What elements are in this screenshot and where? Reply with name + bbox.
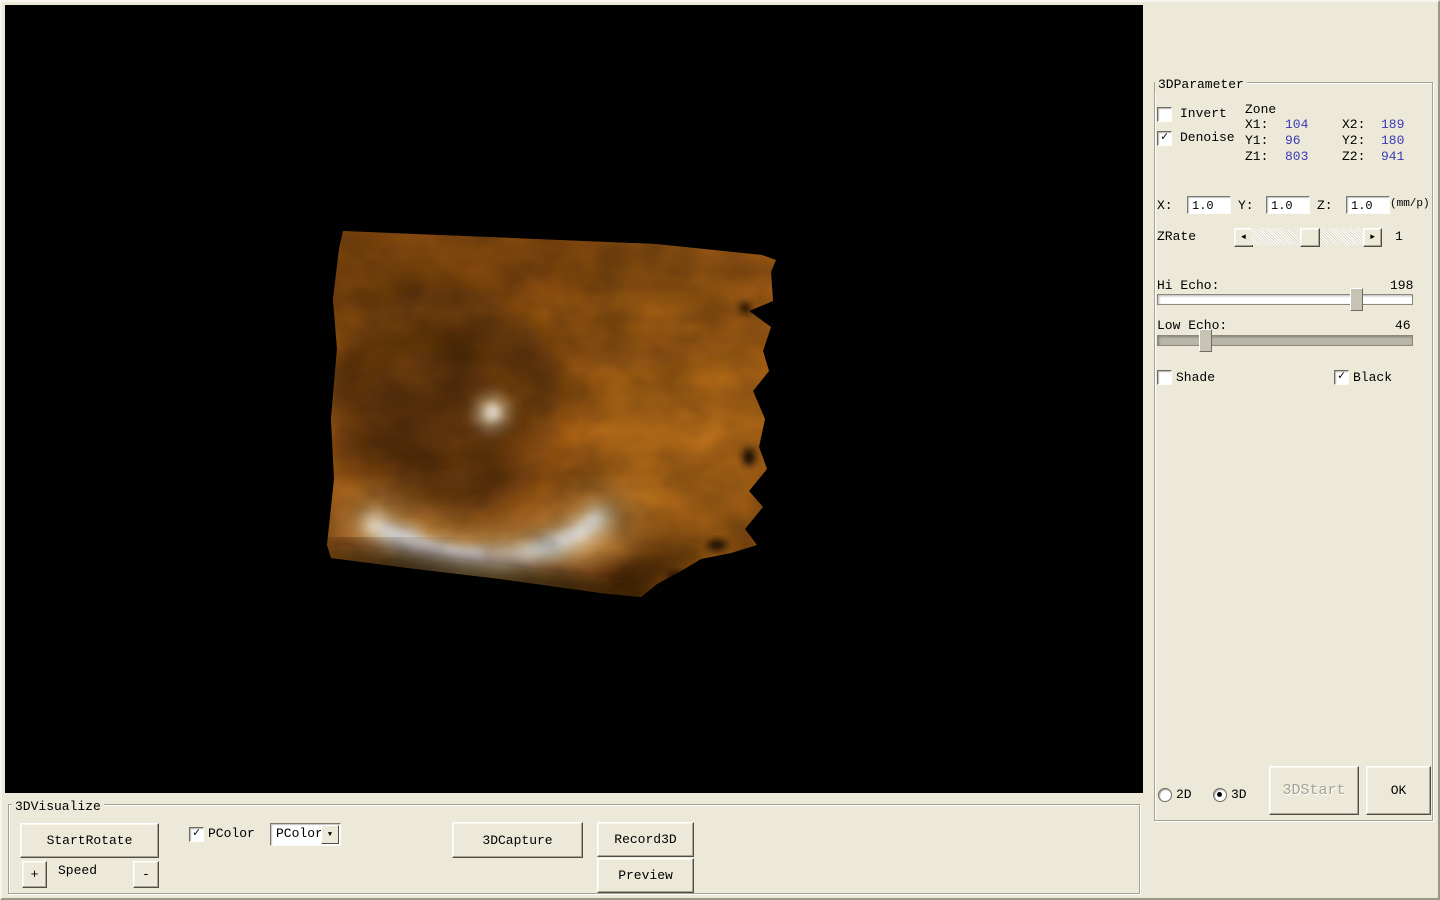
zone-title: Zone [1245, 102, 1277, 117]
hi-echo-slider-thumb[interactable] [1350, 288, 1363, 311]
zrate-value: 1 [1395, 229, 1403, 244]
scale-y-label: Y: [1238, 198, 1254, 213]
black-checkbox[interactable]: ✓ [1334, 369, 1349, 385]
low-echo-value: 46 [1395, 318, 1411, 333]
shade-checkbox[interactable] [1157, 370, 1172, 385]
checkmark-icon: ✓ [192, 826, 201, 840]
scale-z-label: Z: [1317, 198, 1333, 213]
chevron-down-icon: ▼ [327, 830, 333, 839]
zone-y2-value: 180 [1381, 133, 1405, 148]
zone-y2-label: Y2: [1342, 133, 1366, 148]
visualize-group-title: 3DVisualize [12, 800, 104, 814]
zone-x2-value: 189 [1381, 117, 1405, 132]
invert-checkbox[interactable] [1157, 107, 1172, 122]
denoise-checkbox[interactable]: ✓ [1157, 130, 1172, 146]
record-3d-button[interactable]: Record3D [597, 822, 694, 857]
speed-minus-button[interactable]: - [133, 861, 159, 888]
capture-3d-button[interactable]: 3DCapture [452, 822, 583, 858]
checkmark-icon: ✓ [1337, 369, 1346, 383]
pcolor-dropdown-button[interactable]: ▼ [321, 825, 339, 844]
mode-2d-label: 2D [1176, 787, 1192, 802]
arrow-right-icon: ► [1370, 233, 1375, 242]
hi-echo-value: 198 [1390, 278, 1414, 293]
hi-echo-label: Hi Echo: [1157, 278, 1220, 293]
scale-y-input[interactable] [1266, 196, 1310, 214]
zrate-label: ZRate [1157, 229, 1197, 244]
shade-label: Shade [1176, 370, 1216, 385]
zone-z1-label: Z1: [1245, 149, 1269, 164]
low-echo-slider-thumb[interactable] [1199, 329, 1212, 352]
ultrasound-3d-render[interactable] [5, 5, 1143, 793]
parameter-groupbox [1154, 82, 1433, 821]
zone-y1-value: 96 [1285, 133, 1301, 148]
pcolor-checkbox-label: PColor [208, 826, 255, 841]
start3d-button[interactable]: 3DStart [1269, 766, 1359, 815]
pcolor-dropdown-value: PColor [276, 826, 323, 841]
mode-3d-label: 3D [1231, 787, 1247, 802]
invert-label: Invert [1180, 106, 1227, 121]
zone-x1-label: X1: [1245, 117, 1269, 132]
zrate-scroll-thumb[interactable] [1300, 228, 1320, 247]
start-rotate-button[interactable]: StartRotate [20, 823, 159, 858]
speed-plus-button[interactable]: + [22, 861, 47, 888]
zone-x2-label: X2: [1342, 117, 1366, 132]
scale-x-label: X: [1157, 198, 1173, 213]
scale-unit-label: (mm/p) [1390, 198, 1430, 210]
zrate-scrollbar[interactable]: ◄ ► [1234, 228, 1382, 247]
zone-z2-value: 941 [1381, 149, 1405, 164]
mode-2d-radio[interactable] [1158, 788, 1172, 802]
scale-x-input[interactable] [1187, 196, 1231, 214]
denoise-label: Denoise [1180, 130, 1235, 145]
checkmark-icon: ✓ [1160, 130, 1169, 144]
low-echo-label: Low Echo: [1157, 318, 1228, 333]
radio-dot-icon [1217, 792, 1222, 797]
parameter-group-title: 3DParameter [1155, 78, 1247, 92]
ok-button[interactable]: OK [1366, 766, 1431, 815]
zone-z1-value: 803 [1285, 149, 1309, 164]
low-echo-slider-track[interactable] [1157, 335, 1413, 346]
speed-label: Speed [58, 863, 98, 878]
arrow-left-icon: ◄ [1241, 233, 1246, 242]
pcolor-checkbox[interactable]: ✓ [189, 826, 204, 842]
zone-y1-label: Y1: [1245, 133, 1269, 148]
zone-z2-label: Z2: [1342, 149, 1366, 164]
mode-3d-radio[interactable] [1213, 788, 1227, 802]
pcolor-dropdown[interactable]: PColor ▼ [270, 823, 341, 846]
render-viewport[interactable] [5, 5, 1143, 793]
preview-button[interactable]: Preview [597, 858, 694, 893]
zrate-scroll-right-button[interactable]: ► [1363, 228, 1382, 247]
black-label: Black [1353, 370, 1393, 385]
scale-z-input[interactable] [1346, 196, 1390, 214]
hi-echo-slider-track[interactable] [1157, 294, 1413, 305]
zone-x1-value: 104 [1285, 117, 1309, 132]
